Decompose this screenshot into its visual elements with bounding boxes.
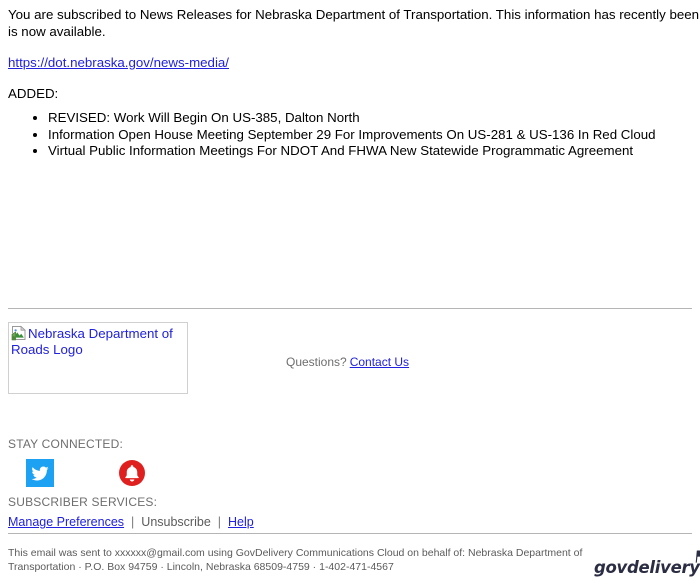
subscriber-services-links: Manage Preferences | Unsubscribe | Help	[8, 514, 408, 531]
social-icon-row	[8, 459, 408, 489]
govdelivery-flag-icon	[695, 550, 700, 563]
list-item: Information Open House Meeting September…	[48, 127, 700, 144]
section-divider-top	[8, 308, 692, 309]
link-separator: |	[131, 515, 135, 529]
email-message-body: You are subscribed to News Releases for …	[8, 6, 700, 160]
manage-preferences-link[interactable]: Manage Preferences	[8, 515, 124, 529]
logo-alt-text-wrap: Nebraska Department of Roads Logo	[9, 323, 187, 358]
subscriber-services-label: SUBSCRIBER SERVICES:	[8, 495, 158, 509]
footer-line-1: This email was sent to xxxxxx@gmail.com …	[8, 547, 583, 559]
news-release-list: REVISED: Work Will Begin On US-385, Dalt…	[8, 110, 700, 160]
questions-block: Questions? Contact Us	[286, 354, 409, 370]
footer-sender-info: This email was sent to xxxxxx@gmail.com …	[8, 546, 583, 574]
news-media-link[interactable]: https://dot.nebraska.gov/news-media/	[8, 54, 700, 71]
unsubscribe-link[interactable]: Unsubscribe	[141, 515, 210, 529]
subscriber-services-section: SUBSCRIBER SERVICES: Manage Preferences |…	[8, 495, 408, 531]
contact-us-link[interactable]: Contact Us	[350, 355, 409, 369]
govdelivery-logo: govdelivery	[594, 550, 700, 580]
intro-paragraph: You are subscribed to News Releases for …	[8, 6, 700, 40]
email-footer: This email was sent to xxxxxx@gmail.com …	[8, 546, 700, 584]
list-item: REVISED: Work Will Begin On US-385, Dalt…	[48, 110, 700, 127]
list-item: Virtual Public Information Meetings For …	[48, 143, 700, 160]
questions-label: Questions?	[286, 355, 347, 369]
broken-image-icon	[11, 325, 27, 341]
logo-image-placeholder: Nebraska Department of Roads Logo	[8, 322, 188, 394]
govdelivery-wordmark: govdelivery	[594, 558, 700, 577]
subscribe-bell-icon[interactable]	[118, 459, 146, 487]
intro-line-1: You are subscribed to News Releases for …	[8, 7, 700, 22]
intro-line-2: is now available.	[8, 24, 106, 39]
added-label: ADDED:	[8, 86, 59, 101]
logo-contact-band: Nebraska Department of Roads Logo Questi…	[0, 322, 700, 398]
link-separator: |	[217, 515, 222, 529]
footer-line-2: Transportation · P.O. Box 94759 · Lincol…	[8, 561, 394, 573]
logo-alt-text: Nebraska Department of Roads Logo	[11, 326, 173, 357]
help-link[interactable]: Help	[228, 515, 254, 529]
section-divider-footer	[8, 533, 692, 534]
stay-connected-label: STAY CONNECTED:	[8, 437, 124, 451]
stay-connected-section: STAY CONNECTED:	[8, 437, 408, 489]
twitter-icon[interactable]	[26, 459, 54, 487]
